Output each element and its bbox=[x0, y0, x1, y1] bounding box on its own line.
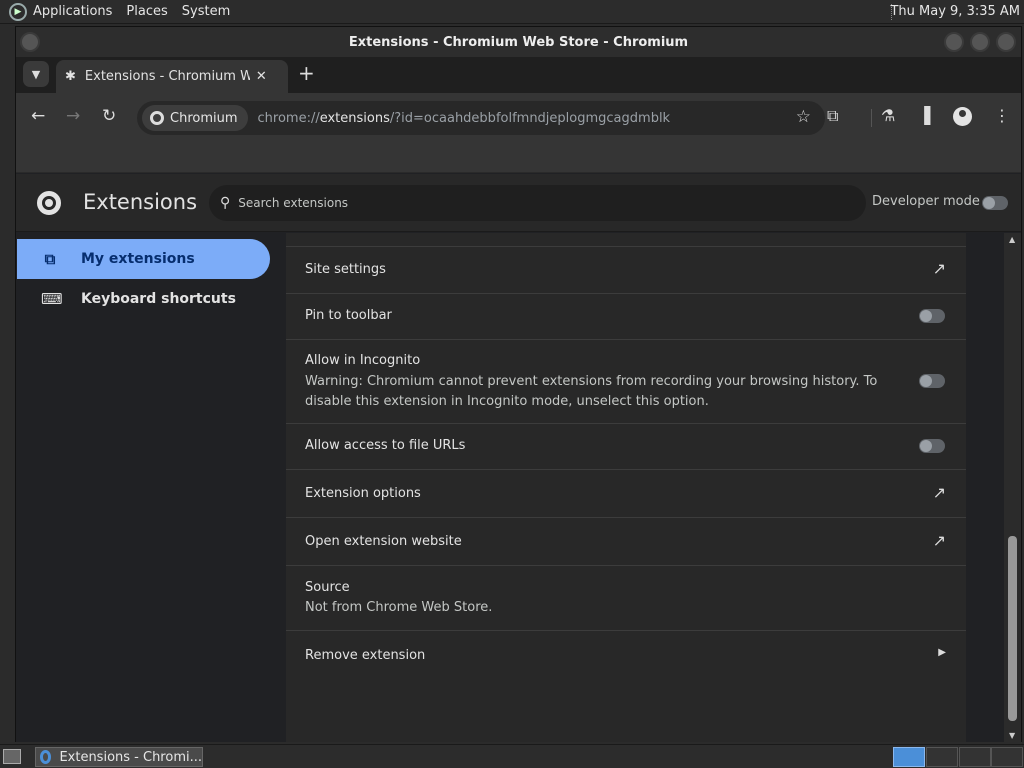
site-info-chip[interactable]: Chromium bbox=[142, 105, 248, 131]
window-title: Extensions - Chromium Web Store - Chromi… bbox=[348, 34, 689, 50]
source-row: Source Not from Chrome Web Store. bbox=[286, 566, 966, 631]
url-text[interactable]: chrome://extensions/?id=ocaahdebbfolfmnd… bbox=[258, 111, 671, 126]
clock[interactable]: Thu May 9, 3:35 AM bbox=[890, 4, 1020, 19]
sidebar-item-label: My extensions bbox=[81, 251, 195, 267]
site-settings-row[interactable]: Site settings ↗ bbox=[286, 247, 966, 294]
puzzle-outline-icon: ⧉ bbox=[44, 250, 56, 268]
chrome-logo-icon bbox=[37, 191, 61, 215]
chromium-icon bbox=[150, 111, 164, 125]
new-tab-button[interactable]: + bbox=[298, 61, 315, 85]
extensions-puzzle-icon[interactable]: ⧉ bbox=[827, 106, 838, 126]
allow-file-urls-label: Allow access to file URLs bbox=[305, 438, 466, 453]
developer-mode-toggle[interactable] bbox=[982, 196, 1008, 210]
tab-strip: ▼ ✱ Extensions - Chromium Web Store ✕ + bbox=[16, 57, 1021, 93]
window-menu-button[interactable] bbox=[20, 32, 40, 52]
back-button[interactable]: ← bbox=[31, 106, 45, 126]
browser-window: Extensions - Chromium Web Store - Chromi… bbox=[15, 26, 1022, 742]
tab-close-icon[interactable]: ✕ bbox=[256, 69, 267, 84]
bookmark-bar bbox=[16, 143, 1021, 173]
menu-system[interactable]: System bbox=[182, 4, 230, 19]
top-panel: ▶ Applications Places System Thu May 9, … bbox=[0, 0, 1024, 24]
page-title: Extensions bbox=[83, 190, 198, 214]
developer-mode-label: Developer mode bbox=[872, 194, 980, 209]
address-bar[interactable]: Chromium chrome://extensions/?id=ocaahde… bbox=[137, 101, 825, 135]
toolbar-separator bbox=[871, 109, 872, 127]
reload-button[interactable]: ↻ bbox=[102, 106, 116, 126]
remove-extension-label: Remove extension bbox=[305, 648, 426, 663]
source-value: Not from Chrome Web Store. bbox=[305, 600, 493, 615]
source-label: Source bbox=[305, 580, 350, 595]
window-titlebar[interactable]: Extensions - Chromium Web Store - Chromi… bbox=[16, 27, 1021, 57]
bookmark-star-icon[interactable]: ☆ bbox=[796, 107, 811, 127]
tab-extensions[interactable]: ✱ Extensions - Chromium Web Store ✕ bbox=[56, 60, 288, 93]
workspace-3[interactable] bbox=[959, 747, 991, 767]
labs-flask-icon[interactable]: ⚗ bbox=[881, 106, 895, 125]
search-placeholder: Search extensions bbox=[238, 196, 349, 210]
extensions-page: Extensions ⚲ Search extensions Developer… bbox=[16, 174, 1021, 742]
open-in-new-icon[interactable]: ↗ bbox=[933, 531, 946, 550]
allow-incognito-label: Allow in Incognito bbox=[305, 353, 421, 368]
workspace-4[interactable] bbox=[991, 747, 1023, 767]
allow-incognito-row[interactable]: Allow in Incognito Warning: Chromium can… bbox=[286, 340, 966, 424]
extension-options-label: Extension options bbox=[305, 486, 421, 501]
chromium-icon bbox=[40, 750, 52, 764]
previous-row bbox=[286, 233, 966, 247]
pin-to-toolbar-row[interactable]: Pin to toolbar bbox=[286, 294, 966, 340]
search-extensions-field[interactable]: ⚲ Search extensions bbox=[209, 185, 866, 221]
maximize-button[interactable] bbox=[970, 32, 990, 52]
extension-options-row[interactable]: Extension options ↗ bbox=[286, 470, 966, 518]
taskbar-item-chromium[interactable]: Extensions - Chromi... bbox=[35, 747, 203, 767]
side-panel-icon[interactable]: ▐ bbox=[918, 106, 930, 125]
page-scrollbar[interactable]: ▲ ▼ bbox=[1004, 233, 1021, 742]
remove-extension-row[interactable]: Remove extension ▶ bbox=[286, 631, 966, 679]
show-desktop-icon[interactable] bbox=[3, 749, 21, 764]
chip-label: Chromium bbox=[170, 110, 238, 126]
open-website-row[interactable]: Open extension website ↗ bbox=[286, 518, 966, 566]
workspace-1[interactable] bbox=[893, 747, 925, 767]
sidebar: ⧉ My extensions ⌨ Keyboard shortcuts bbox=[16, 233, 286, 742]
minimize-button[interactable] bbox=[944, 32, 964, 52]
allow-file-urls-toggle[interactable] bbox=[919, 439, 945, 453]
distro-logo-icon[interactable]: ▶ bbox=[9, 2, 27, 21]
chevron-down-icon: ▼ bbox=[31, 67, 41, 81]
forward-button[interactable]: → bbox=[66, 106, 80, 126]
keyboard-icon: ⌨ bbox=[41, 290, 63, 308]
menu-applications[interactable]: Applications bbox=[33, 4, 112, 19]
scrollbar-thumb[interactable] bbox=[1008, 536, 1017, 721]
allow-incognito-toggle[interactable] bbox=[919, 374, 945, 388]
workspace-2[interactable] bbox=[926, 747, 958, 767]
scroll-down-icon[interactable]: ▼ bbox=[1009, 731, 1015, 740]
allow-file-urls-row[interactable]: Allow access to file URLs bbox=[286, 424, 966, 470]
open-in-new-icon[interactable]: ↗ bbox=[933, 483, 946, 502]
search-icon: ⚲ bbox=[220, 195, 231, 211]
tab-label: Extensions - Chromium Web Store bbox=[84, 69, 250, 84]
tab-search-button[interactable]: ▼ bbox=[23, 61, 49, 87]
kebab-menu-icon[interactable]: ⋮ bbox=[994, 106, 1010, 125]
scroll-up-icon[interactable]: ▲ bbox=[1009, 235, 1015, 244]
puzzle-icon: ✱ bbox=[65, 69, 76, 84]
menu-places[interactable]: Places bbox=[126, 4, 167, 19]
pin-to-toolbar-label: Pin to toolbar bbox=[305, 308, 392, 323]
open-website-label: Open extension website bbox=[305, 534, 462, 549]
profile-avatar-icon[interactable] bbox=[953, 107, 972, 126]
pin-to-toolbar-toggle[interactable] bbox=[919, 309, 945, 323]
sidebar-item-keyboard-shortcuts[interactable]: ⌨ Keyboard shortcuts bbox=[17, 279, 270, 319]
incognito-warning-text: Warning: Chromium cannot prevent extensi… bbox=[305, 374, 878, 409]
extension-details: Site settings ↗ Pin to toolbar Allow in … bbox=[286, 233, 966, 742]
chevron-right-icon[interactable]: ▶ bbox=[938, 647, 946, 658]
sidebar-item-label: Keyboard shortcuts bbox=[81, 291, 236, 307]
taskbar-item-label: Extensions - Chromi... bbox=[59, 749, 202, 765]
bottom-taskbar: Extensions - Chromi... bbox=[0, 744, 1024, 768]
site-settings-label: Site settings bbox=[305, 262, 386, 277]
extensions-header: Extensions ⚲ Search extensions Developer… bbox=[16, 174, 1021, 232]
browser-toolbar: ← → ↻ Chromium chrome://extensions/?id=o… bbox=[16, 93, 1021, 143]
open-in-new-icon[interactable]: ↗ bbox=[933, 259, 946, 278]
sidebar-item-my-extensions[interactable]: ⧉ My extensions bbox=[17, 239, 270, 279]
close-window-button[interactable] bbox=[996, 32, 1016, 52]
